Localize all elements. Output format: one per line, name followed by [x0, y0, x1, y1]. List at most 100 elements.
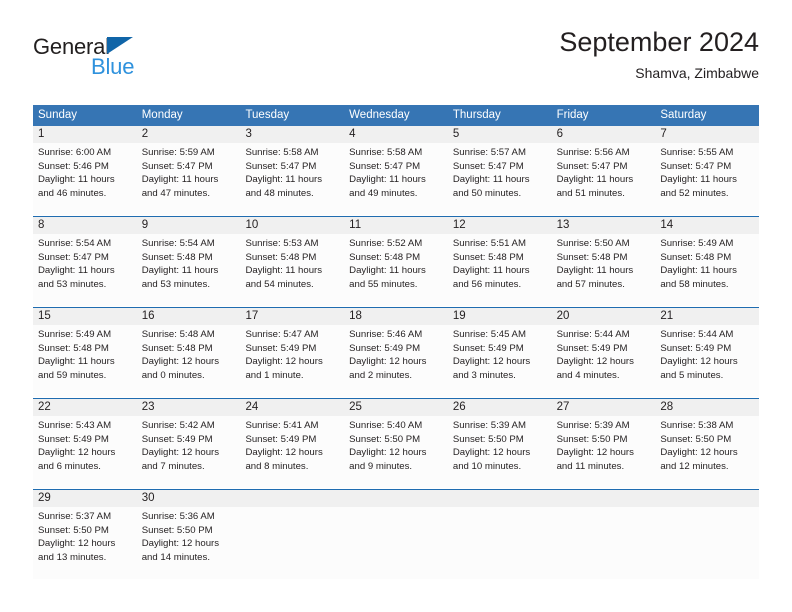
sunrise-text: Sunrise: 5:58 AM [245, 147, 319, 158]
day-number[interactable]: 14 [655, 217, 759, 234]
day-cell[interactable]: Sunrise: 5:47 AM Sunset: 5:49 PM Dayligh… [240, 325, 344, 397]
day-cell[interactable]: Sunrise: 5:55 AM Sunset: 5:47 PM Dayligh… [655, 143, 759, 215]
day-cell[interactable]: Sunrise: 5:39 AM Sunset: 5:50 PM Dayligh… [448, 416, 552, 488]
day-cell[interactable]: Sunrise: 5:54 AM Sunset: 5:48 PM Dayligh… [137, 234, 241, 306]
day-number[interactable]: 16 [137, 308, 241, 325]
sunset-text: Sunset: 5:48 PM [452, 251, 524, 263]
day-cell[interactable]: Sunrise: 5:45 AM Sunset: 5:49 PM Dayligh… [448, 325, 552, 397]
day-number[interactable]: 17 [240, 308, 344, 325]
day-number[interactable]: 27 [552, 399, 656, 416]
day-number[interactable]: 23 [137, 399, 241, 416]
day-cell[interactable]: Sunrise: 5:54 AM Sunset: 5:47 PM Dayligh… [33, 234, 137, 306]
day-cell[interactable]: Sunrise: 5:56 AM Sunset: 5:47 PM Dayligh… [552, 143, 656, 215]
sunrise-text: Sunrise: 5:41 AM [245, 420, 319, 431]
daylight-text-line1: Daylight: 11 hours [452, 265, 530, 277]
day-number[interactable]: 28 [655, 399, 759, 416]
day-number[interactable]: 25 [344, 399, 448, 416]
day-number[interactable]: 13 [552, 217, 656, 234]
week-daynumber-band: 22 23 24 25 26 27 28 [33, 399, 759, 416]
day-cell[interactable]: Sunrise: 5:43 AM Sunset: 5:49 PM Dayligh… [33, 416, 137, 488]
day-cell[interactable]: Sunrise: 6:00 AM Sunset: 5:46 PM Dayligh… [33, 143, 137, 215]
daylight-text-line2: and 12 minutes. [660, 460, 729, 472]
day-number[interactable]: 8 [33, 217, 137, 234]
day-cell[interactable]: Sunrise: 5:49 AM Sunset: 5:48 PM Dayligh… [655, 234, 759, 306]
day-number[interactable]: 22 [33, 399, 137, 416]
daylight-text-line2: and 54 minutes. [245, 278, 314, 290]
sunset-text: Sunset: 5:49 PM [349, 342, 421, 354]
day-cell[interactable]: Sunrise: 5:44 AM Sunset: 5:49 PM Dayligh… [655, 325, 759, 397]
day-number[interactable]: 29 [33, 490, 137, 507]
daylight-text-line1: Daylight: 11 hours [141, 265, 219, 277]
sunset-text: Sunset: 5:49 PM [452, 342, 524, 354]
sunrise-text: Sunrise: 5:55 AM [660, 147, 734, 158]
sunset-text: Sunset: 5:50 PM [38, 524, 109, 536]
day-number[interactable]: 3 [240, 126, 344, 143]
week-body-band: Sunrise: 5:49 AM Sunset: 5:48 PM Dayligh… [33, 325, 759, 397]
day-number[interactable]: 24 [240, 399, 344, 416]
day-number[interactable]: 26 [448, 399, 552, 416]
day-number[interactable]: 2 [137, 126, 241, 143]
day-cell[interactable]: Sunrise: 5:58 AM Sunset: 5:47 PM Dayligh… [344, 143, 448, 215]
sunset-text: Sunset: 5:47 PM [141, 160, 213, 172]
daylight-text-line1: Daylight: 11 hours [245, 265, 323, 277]
day-number[interactable]: 10 [240, 217, 344, 234]
day-cell[interactable]: Sunrise: 5:36 AM Sunset: 5:50 PM Dayligh… [137, 507, 241, 579]
day-cell[interactable]: Sunrise: 5:58 AM Sunset: 5:47 PM Dayligh… [240, 143, 344, 215]
day-cell[interactable]: Sunrise: 5:46 AM Sunset: 5:49 PM Dayligh… [344, 325, 448, 397]
weekday-header-wednesday: Wednesday [349, 109, 410, 121]
day-cell[interactable]: Sunrise: 5:42 AM Sunset: 5:49 PM Dayligh… [137, 416, 241, 488]
day-cell[interactable]: Sunrise: 5:50 AM Sunset: 5:48 PM Dayligh… [552, 234, 656, 306]
day-cell[interactable]: Sunrise: 5:41 AM Sunset: 5:49 PM Dayligh… [240, 416, 344, 488]
day-cell[interactable]: Sunrise: 5:51 AM Sunset: 5:48 PM Dayligh… [448, 234, 552, 306]
day-cell[interactable]: Sunrise: 5:57 AM Sunset: 5:47 PM Dayligh… [448, 143, 552, 215]
day-number-empty [552, 490, 656, 507]
day-number[interactable]: 11 [344, 217, 448, 234]
day-number[interactable]: 5 [448, 126, 552, 143]
daylight-text-line1: Daylight: 12 hours [38, 538, 116, 550]
day-number[interactable]: 21 [655, 308, 759, 325]
day-cell[interactable]: Sunrise: 5:52 AM Sunset: 5:48 PM Dayligh… [344, 234, 448, 306]
day-cell[interactable]: Sunrise: 5:53 AM Sunset: 5:48 PM Dayligh… [240, 234, 344, 306]
sunrise-text: Sunrise: 5:43 AM [38, 420, 112, 431]
day-number[interactable]: 19 [448, 308, 552, 325]
sunset-text: Sunset: 5:48 PM [141, 251, 213, 263]
logo-triangle-icon [107, 37, 133, 54]
day-number[interactable]: 1 [33, 126, 137, 143]
day-number[interactable]: 30 [137, 490, 241, 507]
day-number[interactable]: 12 [448, 217, 552, 234]
day-cell[interactable]: Sunrise: 5:49 AM Sunset: 5:48 PM Dayligh… [33, 325, 137, 397]
day-cell[interactable]: Sunrise: 5:37 AM Sunset: 5:50 PM Dayligh… [33, 507, 137, 579]
page-subtitle-location: Shamva, Zimbabwe [635, 65, 759, 81]
day-number[interactable]: 20 [552, 308, 656, 325]
sunset-text: Sunset: 5:48 PM [141, 342, 213, 354]
sunrise-text: Sunrise: 6:00 AM [38, 147, 112, 158]
sunrise-text: Sunrise: 5:46 AM [349, 329, 423, 340]
sunset-text: Sunset: 5:50 PM [556, 433, 628, 445]
daylight-text-line1: Daylight: 12 hours [141, 538, 220, 550]
daylight-text-line2: and 50 minutes. [452, 187, 522, 199]
day-number[interactable]: 15 [33, 308, 137, 325]
sunrise-text: Sunrise: 5:53 AM [245, 238, 319, 249]
day-number[interactable]: 4 [344, 126, 448, 143]
sunset-text: Sunset: 5:50 PM [141, 524, 213, 536]
sunrise-text: Sunrise: 5:56 AM [556, 147, 630, 158]
sunset-text: Sunset: 5:49 PM [245, 342, 317, 354]
day-cell[interactable]: Sunrise: 5:39 AM Sunset: 5:50 PM Dayligh… [552, 416, 656, 488]
day-cell[interactable]: Sunrise: 5:44 AM Sunset: 5:49 PM Dayligh… [552, 325, 656, 397]
day-number[interactable]: 7 [655, 126, 759, 143]
sunrise-text: Sunrise: 5:51 AM [452, 238, 526, 249]
daylight-text-line2: and 1 minute. [245, 369, 304, 381]
day-cell[interactable]: Sunrise: 5:38 AM Sunset: 5:50 PM Dayligh… [655, 416, 759, 488]
day-number[interactable]: 9 [137, 217, 241, 234]
day-number[interactable]: 18 [344, 308, 448, 325]
day-cell[interactable]: Sunrise: 5:48 AM Sunset: 5:48 PM Dayligh… [137, 325, 241, 397]
daylight-text-line1: Daylight: 11 hours [349, 265, 426, 277]
sunset-text: Sunset: 5:50 PM [452, 433, 524, 445]
day-number[interactable]: 6 [552, 126, 656, 143]
daylight-text-line2: and 8 minutes. [245, 460, 309, 472]
sunrise-text: Sunrise: 5:57 AM [452, 147, 526, 158]
general-blue-logo: General Blue [33, 34, 233, 94]
day-cell[interactable]: Sunrise: 5:59 AM Sunset: 5:47 PM Dayligh… [137, 143, 241, 215]
day-cell[interactable]: Sunrise: 5:40 AM Sunset: 5:50 PM Dayligh… [344, 416, 448, 488]
daylight-text-line2: and 59 minutes. [38, 369, 107, 381]
